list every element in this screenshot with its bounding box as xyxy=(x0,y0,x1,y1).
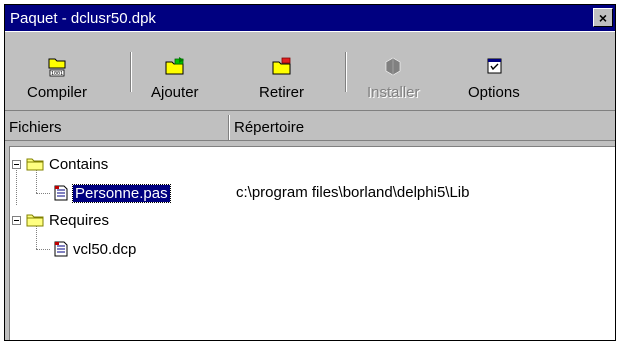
install-label: Installer xyxy=(367,84,420,101)
close-button[interactable]: × xyxy=(593,8,613,27)
source-file-icon xyxy=(54,185,68,201)
options-icon xyxy=(487,58,502,74)
column-header-files-label: Fichiers xyxy=(9,119,62,136)
toolbar-separator xyxy=(130,52,132,92)
package-file-icon xyxy=(54,241,68,257)
remove-icon xyxy=(272,57,290,75)
compile-button[interactable]: 1001 Compiler xyxy=(27,50,87,110)
folder-icon xyxy=(26,158,44,171)
tree-node-contains[interactable]: Contains xyxy=(26,153,108,175)
window-title: Paquet - dclusr50.dpk xyxy=(10,9,156,27)
tree-item-vcl50-label: vcl50.dcp xyxy=(73,240,137,258)
tree-item-vcl50[interactable]: vcl50.dcp xyxy=(54,238,136,260)
tree-line xyxy=(16,167,17,205)
add-icon xyxy=(165,57,184,75)
column-header-directory-label: Répertoire xyxy=(234,119,305,136)
add-button[interactable]: Ajouter xyxy=(151,50,199,110)
package-tree[interactable]: Contains Personne.pas c:\program files\b… xyxy=(9,146,615,340)
compile-icon: 1001 xyxy=(48,58,66,77)
tree-node-requires-label: Requires xyxy=(49,211,110,229)
tree-node-requires[interactable]: Requires xyxy=(26,209,109,231)
folder-icon xyxy=(26,214,44,227)
tree-item-personne[interactable]: Personne.pas xyxy=(54,182,171,204)
add-label: Ajouter xyxy=(151,84,199,101)
remove-label: Retirer xyxy=(259,84,305,101)
install-icon xyxy=(385,57,401,76)
collapse-requires-toggle[interactable] xyxy=(12,216,21,225)
tree-item-personne-path: c:\program files\borland\delphi5\Lib xyxy=(236,184,470,201)
tree-line xyxy=(36,249,50,250)
tree-node-contains-label: Contains xyxy=(49,155,109,173)
options-label: Options xyxy=(468,84,520,101)
toolbar-separator xyxy=(345,52,347,92)
title-bar[interactable]: Paquet - dclusr50.dpk × xyxy=(5,5,615,31)
svg-text:1001: 1001 xyxy=(51,71,63,77)
remove-button[interactable]: Retirer xyxy=(259,50,304,110)
install-button[interactable]: Installer xyxy=(367,50,420,110)
close-icon: × xyxy=(598,9,608,26)
tree-item-personne-label: Personne.pas xyxy=(72,183,171,203)
package-window: Paquet - dclusr50.dpk × 1001 Compiler Aj… xyxy=(4,4,616,341)
tree-line xyxy=(36,193,50,194)
column-header-directory[interactable]: Répertoire xyxy=(229,115,615,140)
collapse-contains-toggle[interactable] xyxy=(12,160,21,169)
compile-label: Compiler xyxy=(27,84,88,101)
toolbar: 1001 Compiler Ajouter Retirer Installer … xyxy=(5,31,615,111)
column-header-files[interactable]: Fichiers xyxy=(5,115,229,140)
options-button[interactable]: Options xyxy=(468,50,520,110)
column-headers: Fichiers Répertoire xyxy=(5,115,615,141)
